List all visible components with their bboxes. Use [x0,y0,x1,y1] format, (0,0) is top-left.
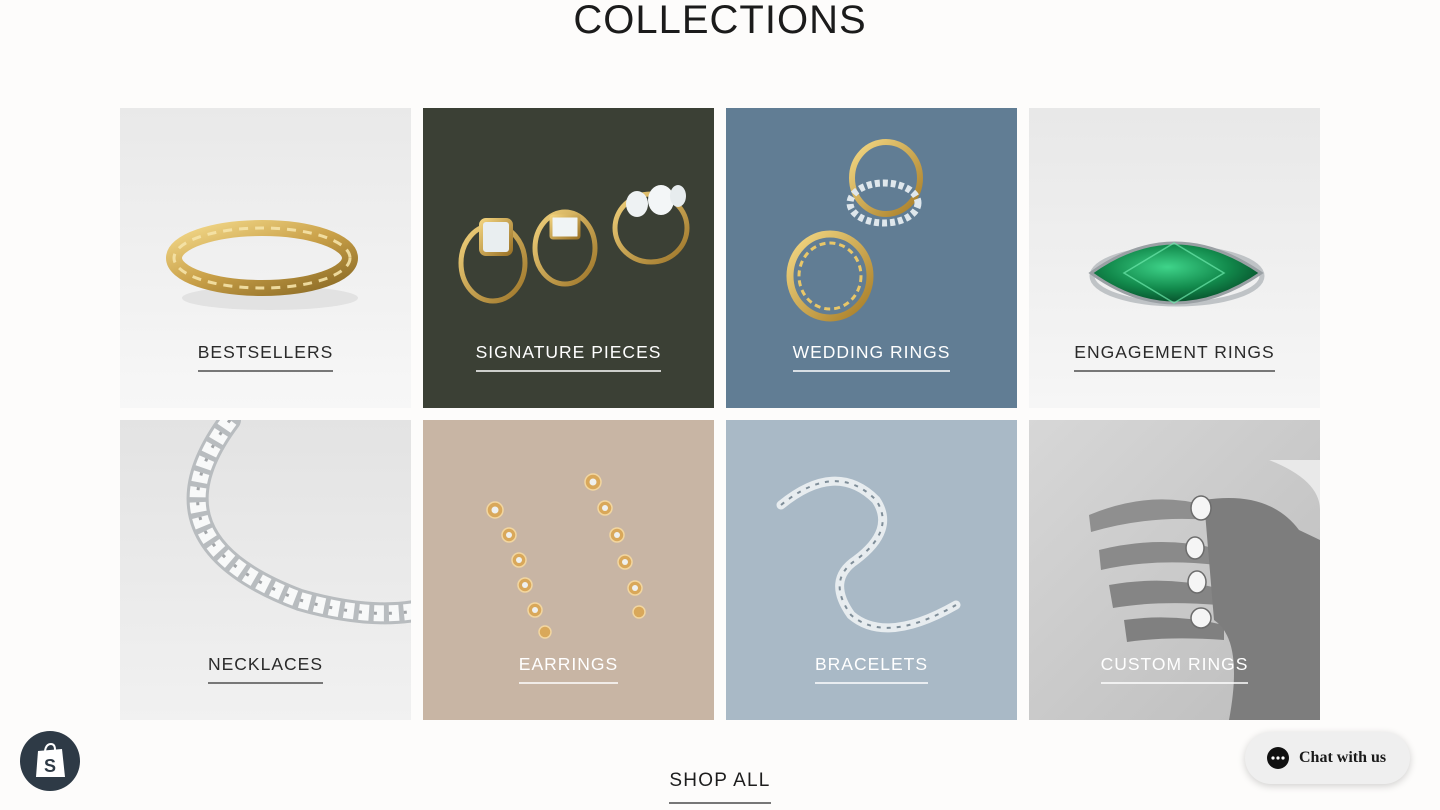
collection-label: NECKLACES [207,654,323,684]
chat-button[interactable]: Chat with us [1245,732,1410,784]
collection-label: EARRINGS [518,654,619,684]
collection-tile-signature-pieces[interactable]: SIGNATURE PIECES [423,108,714,408]
chat-label: Chat with us [1299,749,1387,766]
collections-grid: BESTSELLERS SIGNATURE PIECES WEDDING RIN… [120,108,1320,720]
collection-label: SIGNATURE PIECES [475,342,662,372]
collection-tile-necklaces[interactable]: NECKLACES [120,420,411,720]
shopify-bag-glyph: S [36,742,65,777]
collection-tile-bestsellers[interactable]: BESTSELLERS [120,108,411,408]
collection-label: BESTSELLERS [197,342,334,372]
collection-tile-engagement-rings[interactable]: ENGAGEMENT RINGS [1029,108,1320,408]
collection-tile-earrings[interactable]: EARRINGS [423,420,714,720]
collection-label: BRACELETS [814,654,929,684]
shop-all-link[interactable]: SHOP ALL [669,770,771,804]
collection-label: CUSTOM RINGS [1100,654,1249,684]
chat-bubble-icon [1267,747,1289,769]
shopify-bag-icon[interactable]: S [20,731,80,791]
shop-all-container: SHOP ALL [0,770,1440,804]
collection-tile-custom-rings[interactable]: CUSTOM RINGS [1029,420,1320,720]
collection-tile-wedding-rings[interactable]: WEDDING RINGS [726,108,1017,408]
collection-label: ENGAGEMENT RINGS [1074,342,1275,372]
collection-label: WEDDING RINGS [792,342,951,372]
collection-tile-bracelets[interactable]: BRACELETS [726,420,1017,720]
page-title: COLLECTIONS [573,0,867,42]
svg-text:S: S [44,756,56,776]
